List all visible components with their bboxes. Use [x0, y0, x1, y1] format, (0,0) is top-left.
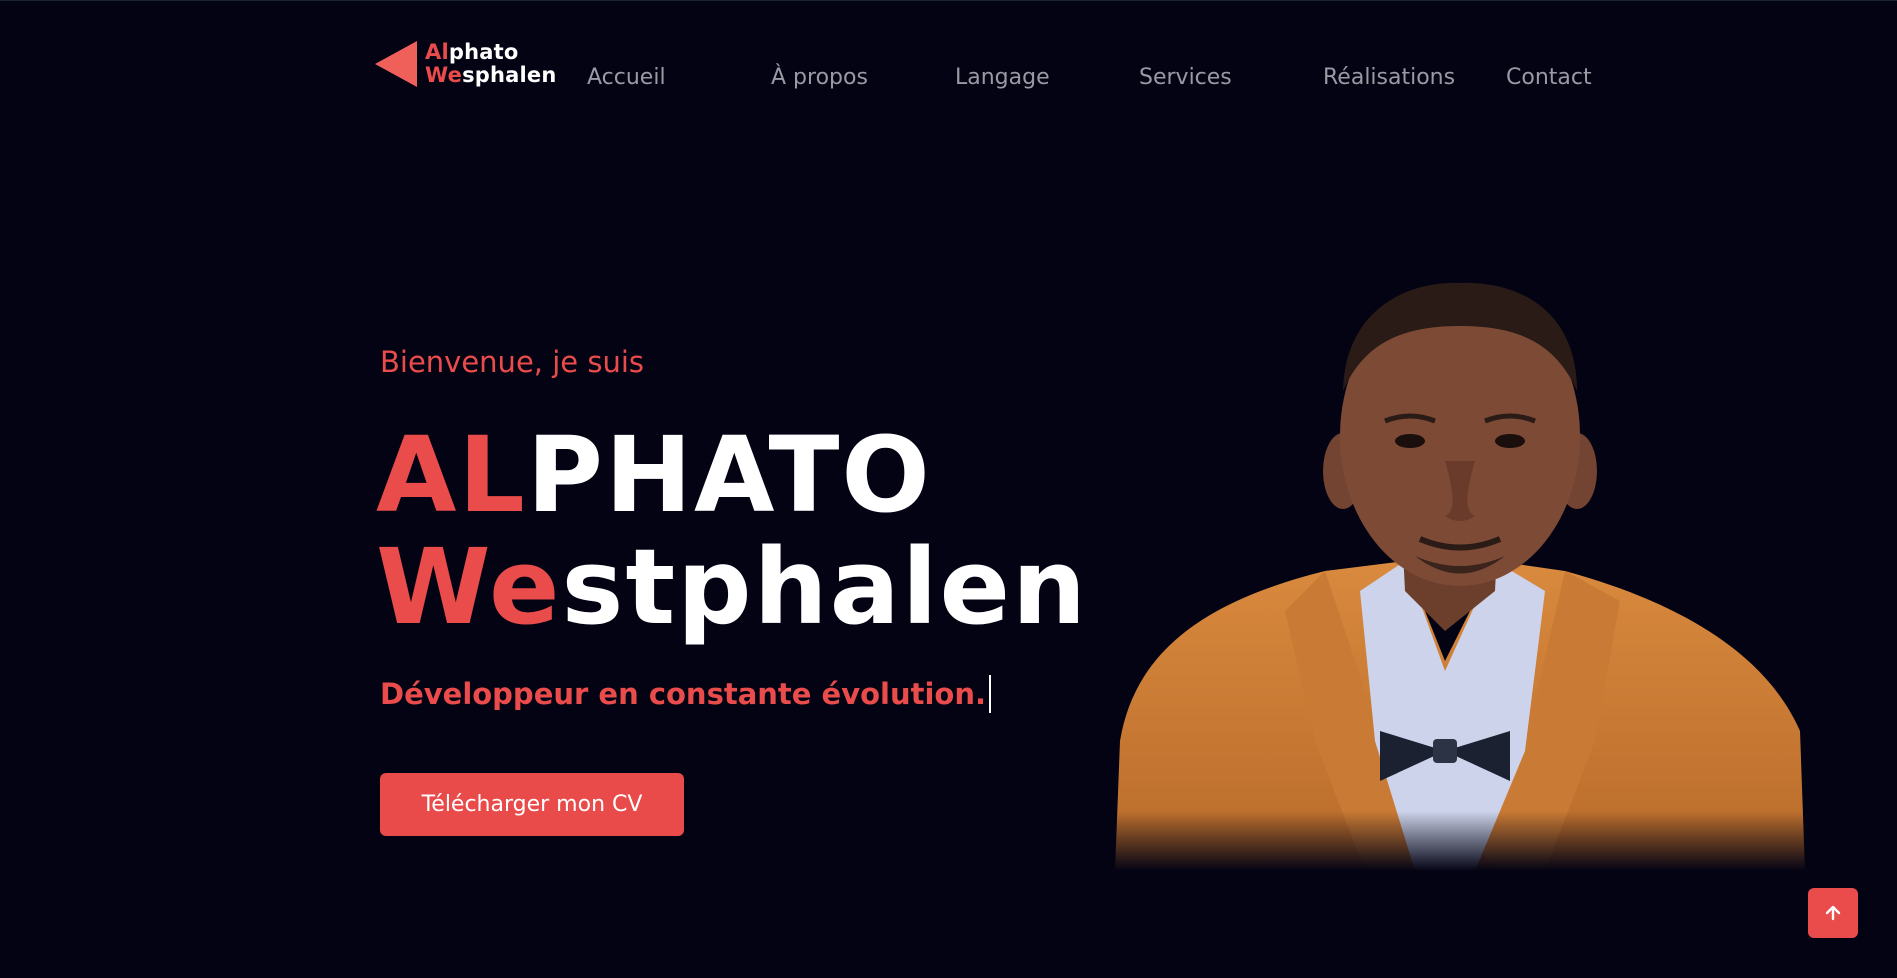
hero-tagline: Développeur en constante évolution. [380, 675, 992, 713]
nav-contact[interactable]: Contact [1506, 65, 1592, 90]
first-name-rest: PHATO [526, 414, 932, 536]
nav-a-propos[interactable]: À propos [771, 65, 868, 90]
triangle-logo-icon [375, 41, 417, 87]
hero-greeting: Bienvenue, je suis [380, 345, 644, 379]
nav-realisations[interactable]: Réalisations [1323, 65, 1455, 90]
arrow-up-icon [1825, 905, 1841, 921]
download-cv-button[interactable]: Télécharger mon CV [380, 773, 684, 836]
logo-line2-rest: sphalen [462, 63, 557, 87]
profile-portrait [1115, 282, 1805, 871]
logo-line1-accent: Al [425, 40, 449, 64]
last-name-rest: stphalen [561, 526, 1089, 648]
site-logo[interactable]: Alphato Wesphalen [373, 39, 557, 89]
nav-accueil[interactable]: Accueil [587, 65, 666, 90]
scroll-top-button[interactable] [1808, 888, 1858, 938]
page: Alphato Wesphalen Accueil À propos Langa… [0, 0, 1897, 978]
typing-caret [989, 675, 992, 713]
nav-langage[interactable]: Langage [955, 65, 1050, 90]
last-name-accent: We [376, 526, 562, 648]
first-name-accent: AL [376, 414, 527, 536]
hero-name: ALPHATO Westphalen [376, 419, 1088, 643]
tagline-text: Développeur en constante évolution. [380, 677, 987, 711]
nav-services[interactable]: Services [1139, 65, 1232, 90]
logo-text: Alphato Wesphalen [425, 41, 557, 87]
logo-line1-rest: phato [448, 40, 519, 64]
logo-line2-accent: We [425, 63, 463, 87]
